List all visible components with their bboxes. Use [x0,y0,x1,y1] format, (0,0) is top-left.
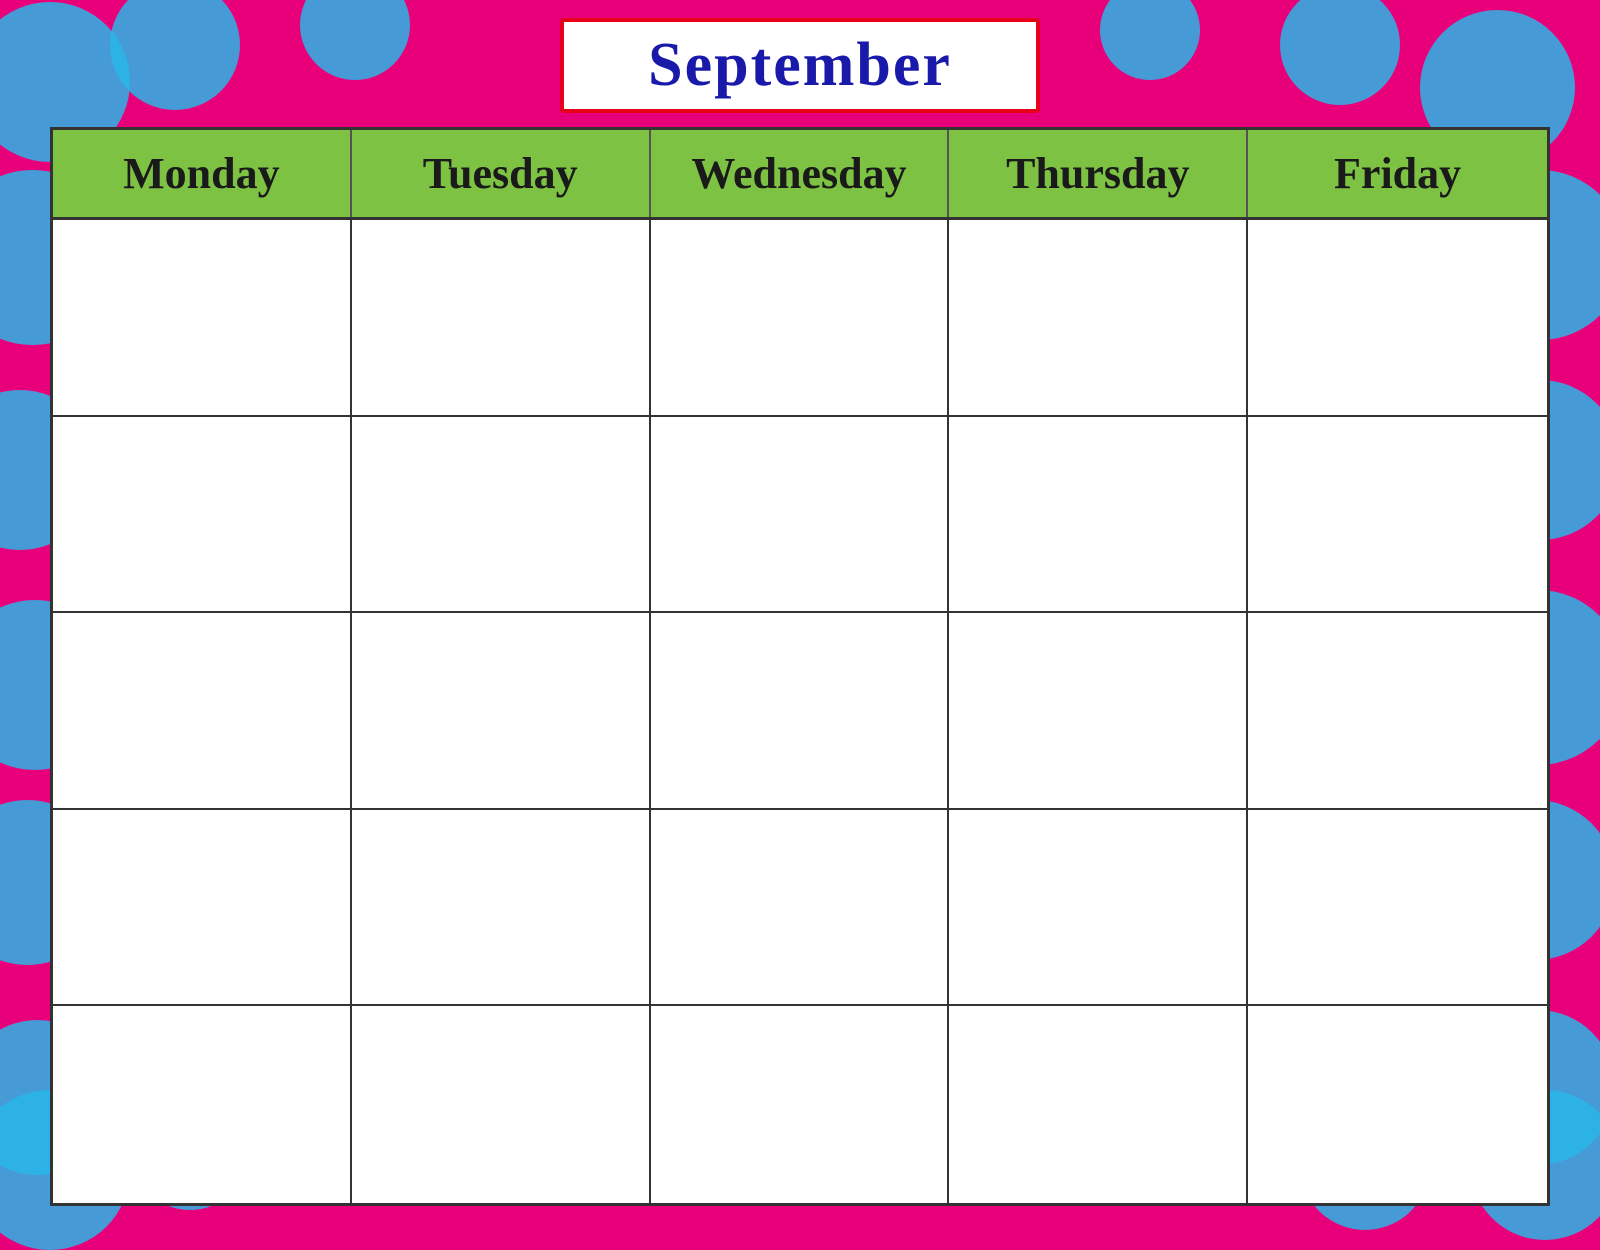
header-day-tuesday: Tuesday [352,130,651,217]
header-day-monday: Monday [53,130,352,217]
calendar-title: September [648,31,952,99]
calendar-cell[interactable] [352,810,651,1007]
title-box: September [560,18,1040,113]
calendar-cell[interactable] [651,810,950,1007]
calendar-cell[interactable] [1248,810,1547,1007]
header-day-friday: Friday [1248,130,1547,217]
calendar-cell[interactable] [53,613,352,810]
header-day-thursday: Thursday [949,130,1248,217]
calendar-cell[interactable] [949,417,1248,614]
calendar-cell[interactable] [53,417,352,614]
header-day-wednesday: Wednesday [651,130,950,217]
calendar-body [53,220,1547,1203]
calendar-cell[interactable] [352,613,651,810]
calendar-header: MondayTuesdayWednesdayThursdayFriday [53,130,1547,220]
calendar-cell[interactable] [53,220,352,417]
calendar-cell[interactable] [949,613,1248,810]
calendar-cell[interactable] [1248,613,1547,810]
calendar-cell[interactable] [651,613,950,810]
calendar-cell[interactable] [651,417,950,614]
calendar-cell[interactable] [352,220,651,417]
calendar-cell[interactable] [352,1006,651,1203]
calendar-cell[interactable] [53,810,352,1007]
calendar-cell[interactable] [53,1006,352,1203]
calendar-cell[interactable] [651,1006,950,1203]
calendar-cell[interactable] [651,220,950,417]
calendar-cell[interactable] [352,417,651,614]
calendar-cell[interactable] [949,810,1248,1007]
calendar-cell[interactable] [1248,1006,1547,1203]
calendar-cell[interactable] [949,1006,1248,1203]
page-wrapper: September MondayTuesdayWednesdayThursday… [0,0,1600,1236]
calendar-cell[interactable] [1248,417,1547,614]
calendar-cell[interactable] [949,220,1248,417]
calendar-cell[interactable] [1248,220,1547,417]
calendar: MondayTuesdayWednesdayThursdayFriday [50,127,1550,1206]
